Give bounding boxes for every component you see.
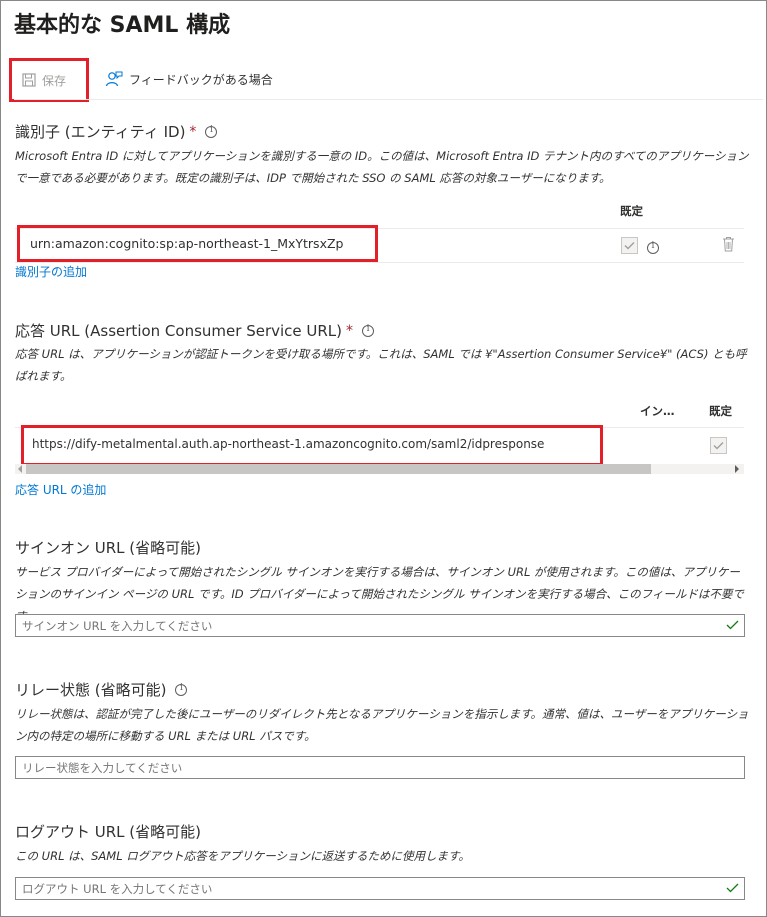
- logout-url-description: この URL は、SAML ログアウト応答をアプリケーションに返送するために使用…: [15, 849, 470, 863]
- feedback-icon: [105, 71, 123, 87]
- page-title: 基本的な SAML 構成: [14, 13, 231, 38]
- reply-url-default-checkbox[interactable]: [710, 437, 727, 454]
- identifier-title: 識別子 (エンティティ ID): [15, 123, 186, 141]
- scroll-left-arrow-icon[interactable]: [18, 465, 22, 473]
- info-icon[interactable]: [362, 324, 375, 337]
- scroll-right-arrow-icon[interactable]: [735, 465, 739, 473]
- reply-url-value[interactable]: https://dify-metalmental.auth.ap-northea…: [32, 437, 544, 451]
- valid-check-icon: [726, 620, 739, 630]
- relay-state-description: リレー状態は、認証が完了した後にユーザーのリダイレクト先となるアプリケーションを…: [15, 707, 749, 743]
- identifier-default-column-header: 既定: [620, 204, 643, 218]
- required-mark: *: [346, 322, 354, 339]
- logout-url-title: ログアウト URL (省略可能): [15, 823, 201, 841]
- relay-state-input[interactable]: [15, 756, 745, 779]
- sign-on-url-input[interactable]: [15, 614, 745, 637]
- table-divider: [15, 262, 744, 263]
- reply-url-description: 応答 URL は、アプリケーションが認証トークンを受け取る場所です。これは、SA…: [15, 347, 747, 383]
- required-mark: *: [189, 123, 197, 140]
- feedback-label: フィードバックがある場合: [129, 72, 273, 87]
- save-button[interactable]: 保存: [9, 58, 89, 102]
- reply-url-section-title: 応答 URL (Assertion Consumer Service URL) …: [15, 320, 375, 341]
- toolbar-divider: [14, 99, 763, 100]
- save-icon: [22, 73, 36, 87]
- relay-state-section-title: リレー状態 (省略可能): [15, 679, 188, 700]
- logout-url-section-title: ログアウト URL (省略可能): [15, 821, 201, 842]
- relay-state-title: リレー状態 (省略可能): [15, 681, 167, 699]
- sign-on-url-section-title: サインオン URL (省略可能): [15, 537, 201, 558]
- trash-icon[interactable]: [722, 236, 735, 252]
- info-icon[interactable]: [647, 241, 659, 254]
- logout-url-input[interactable]: [15, 877, 745, 900]
- sign-on-url-title: サインオン URL (省略可能): [15, 539, 201, 557]
- info-icon[interactable]: [205, 125, 218, 138]
- feedback-button[interactable]: フィードバックがある場合: [105, 70, 273, 88]
- checkmark-icon: [624, 242, 635, 250]
- identifier-section-title: 識別子 (エンティティ ID) *: [15, 121, 218, 142]
- add-reply-url-link[interactable]: 応答 URL の追加: [15, 481, 106, 498]
- identifier-value[interactable]: urn:amazon:cognito:sp:ap-northeast-1_MxY…: [30, 236, 343, 251]
- identifier-default-checkbox[interactable]: [621, 237, 638, 254]
- identifier-description: Microsoft Entra ID に対してアプリケーションを識別する一意の …: [15, 149, 749, 185]
- add-identifier-link[interactable]: 識別子の追加: [15, 263, 87, 280]
- valid-check-icon: [726, 883, 739, 893]
- checkmark-icon: [713, 442, 724, 450]
- info-icon[interactable]: [175, 683, 188, 696]
- save-label: 保存: [42, 73, 67, 88]
- scrollbar-thumb[interactable]: [26, 464, 651, 474]
- reply-url-index-column-header: イン…: [640, 404, 675, 418]
- reply-url-default-column-header: 既定: [709, 404, 732, 418]
- reply-url-title: 応答 URL (Assertion Consumer Service URL): [15, 322, 343, 340]
